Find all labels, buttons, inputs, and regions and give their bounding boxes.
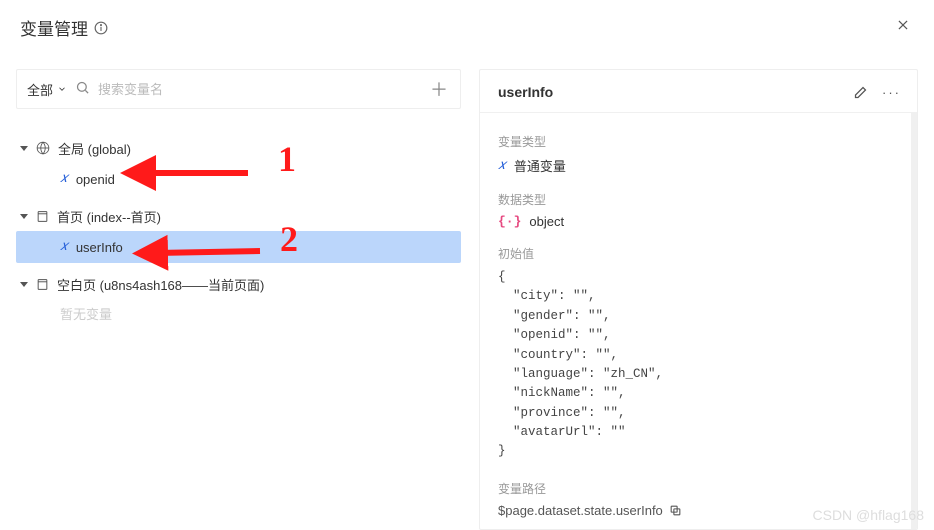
chevron-down-icon bbox=[57, 84, 67, 94]
tree-group-blankpage[interactable]: 空白页 (u8ns4ash168——当前页面) bbox=[16, 269, 461, 299]
group-label: 首页 (index--首页) bbox=[57, 207, 161, 226]
object-icon: {·} bbox=[498, 214, 521, 229]
caret-down-icon bbox=[20, 282, 28, 287]
tree-item-openid[interactable]: 𝑥 openid bbox=[16, 163, 461, 195]
empty-placeholder: 暂无变量 bbox=[16, 299, 461, 327]
section-label-datatype: 数据类型 bbox=[498, 191, 893, 208]
section-label-type: 变量类型 bbox=[498, 133, 893, 150]
info-icon[interactable] bbox=[94, 21, 108, 35]
globe-icon bbox=[36, 141, 50, 155]
page-title: 变量管理 bbox=[20, 15, 108, 40]
caret-down-icon bbox=[20, 146, 28, 151]
tree-item-label: userInfo bbox=[76, 240, 123, 255]
page-icon bbox=[36, 278, 49, 291]
search-icon bbox=[75, 80, 90, 98]
tree-item-userinfo[interactable]: 𝑥 userInfo bbox=[16, 231, 461, 263]
variable-icon: 𝑥 bbox=[60, 239, 68, 255]
tree-group-global[interactable]: 全局 (global) bbox=[16, 133, 461, 163]
search-input[interactable] bbox=[98, 82, 418, 97]
init-value-code: { "city": "", "gender": "", "openid": ""… bbox=[498, 268, 893, 462]
copy-icon[interactable] bbox=[669, 504, 682, 517]
detail-title: userInfo bbox=[498, 84, 553, 100]
add-variable-button[interactable]: ＋ bbox=[426, 76, 452, 102]
filter-dropdown[interactable]: 全部 bbox=[27, 80, 67, 99]
section-label-init: 初始值 bbox=[498, 245, 893, 262]
page-icon bbox=[36, 210, 49, 223]
variable-tree: 全局 (global) 𝑥 openid 首页 (index--首页) 𝑥 bbox=[16, 133, 461, 333]
group-label: 全局 (global) bbox=[58, 139, 131, 158]
search-bar: 全部 ＋ bbox=[16, 69, 461, 109]
tree-item-label: openid bbox=[76, 172, 115, 187]
variable-type-value: 普通变量 bbox=[514, 156, 566, 175]
caret-down-icon bbox=[20, 214, 28, 219]
datatype-value: object bbox=[529, 214, 564, 229]
tree-group-index[interactable]: 首页 (index--首页) bbox=[16, 201, 461, 231]
page-title-text: 变量管理 bbox=[20, 15, 88, 40]
group-label: 空白页 (u8ns4ash168——当前页面) bbox=[57, 275, 264, 294]
section-label-path: 变量路径 bbox=[498, 480, 893, 497]
edit-button[interactable] bbox=[853, 85, 868, 100]
variable-icon: 𝑥 bbox=[498, 158, 506, 174]
more-button[interactable]: ··· bbox=[882, 85, 901, 100]
close-button[interactable] bbox=[892, 14, 914, 41]
filter-label: 全部 bbox=[27, 80, 53, 99]
variable-icon: 𝑥 bbox=[60, 171, 68, 187]
variable-path-value: $page.dataset.state.userInfo bbox=[498, 503, 663, 518]
detail-panel: userInfo ··· 变量类型 𝑥 普通变量 数据类型 {·} object… bbox=[479, 69, 918, 530]
